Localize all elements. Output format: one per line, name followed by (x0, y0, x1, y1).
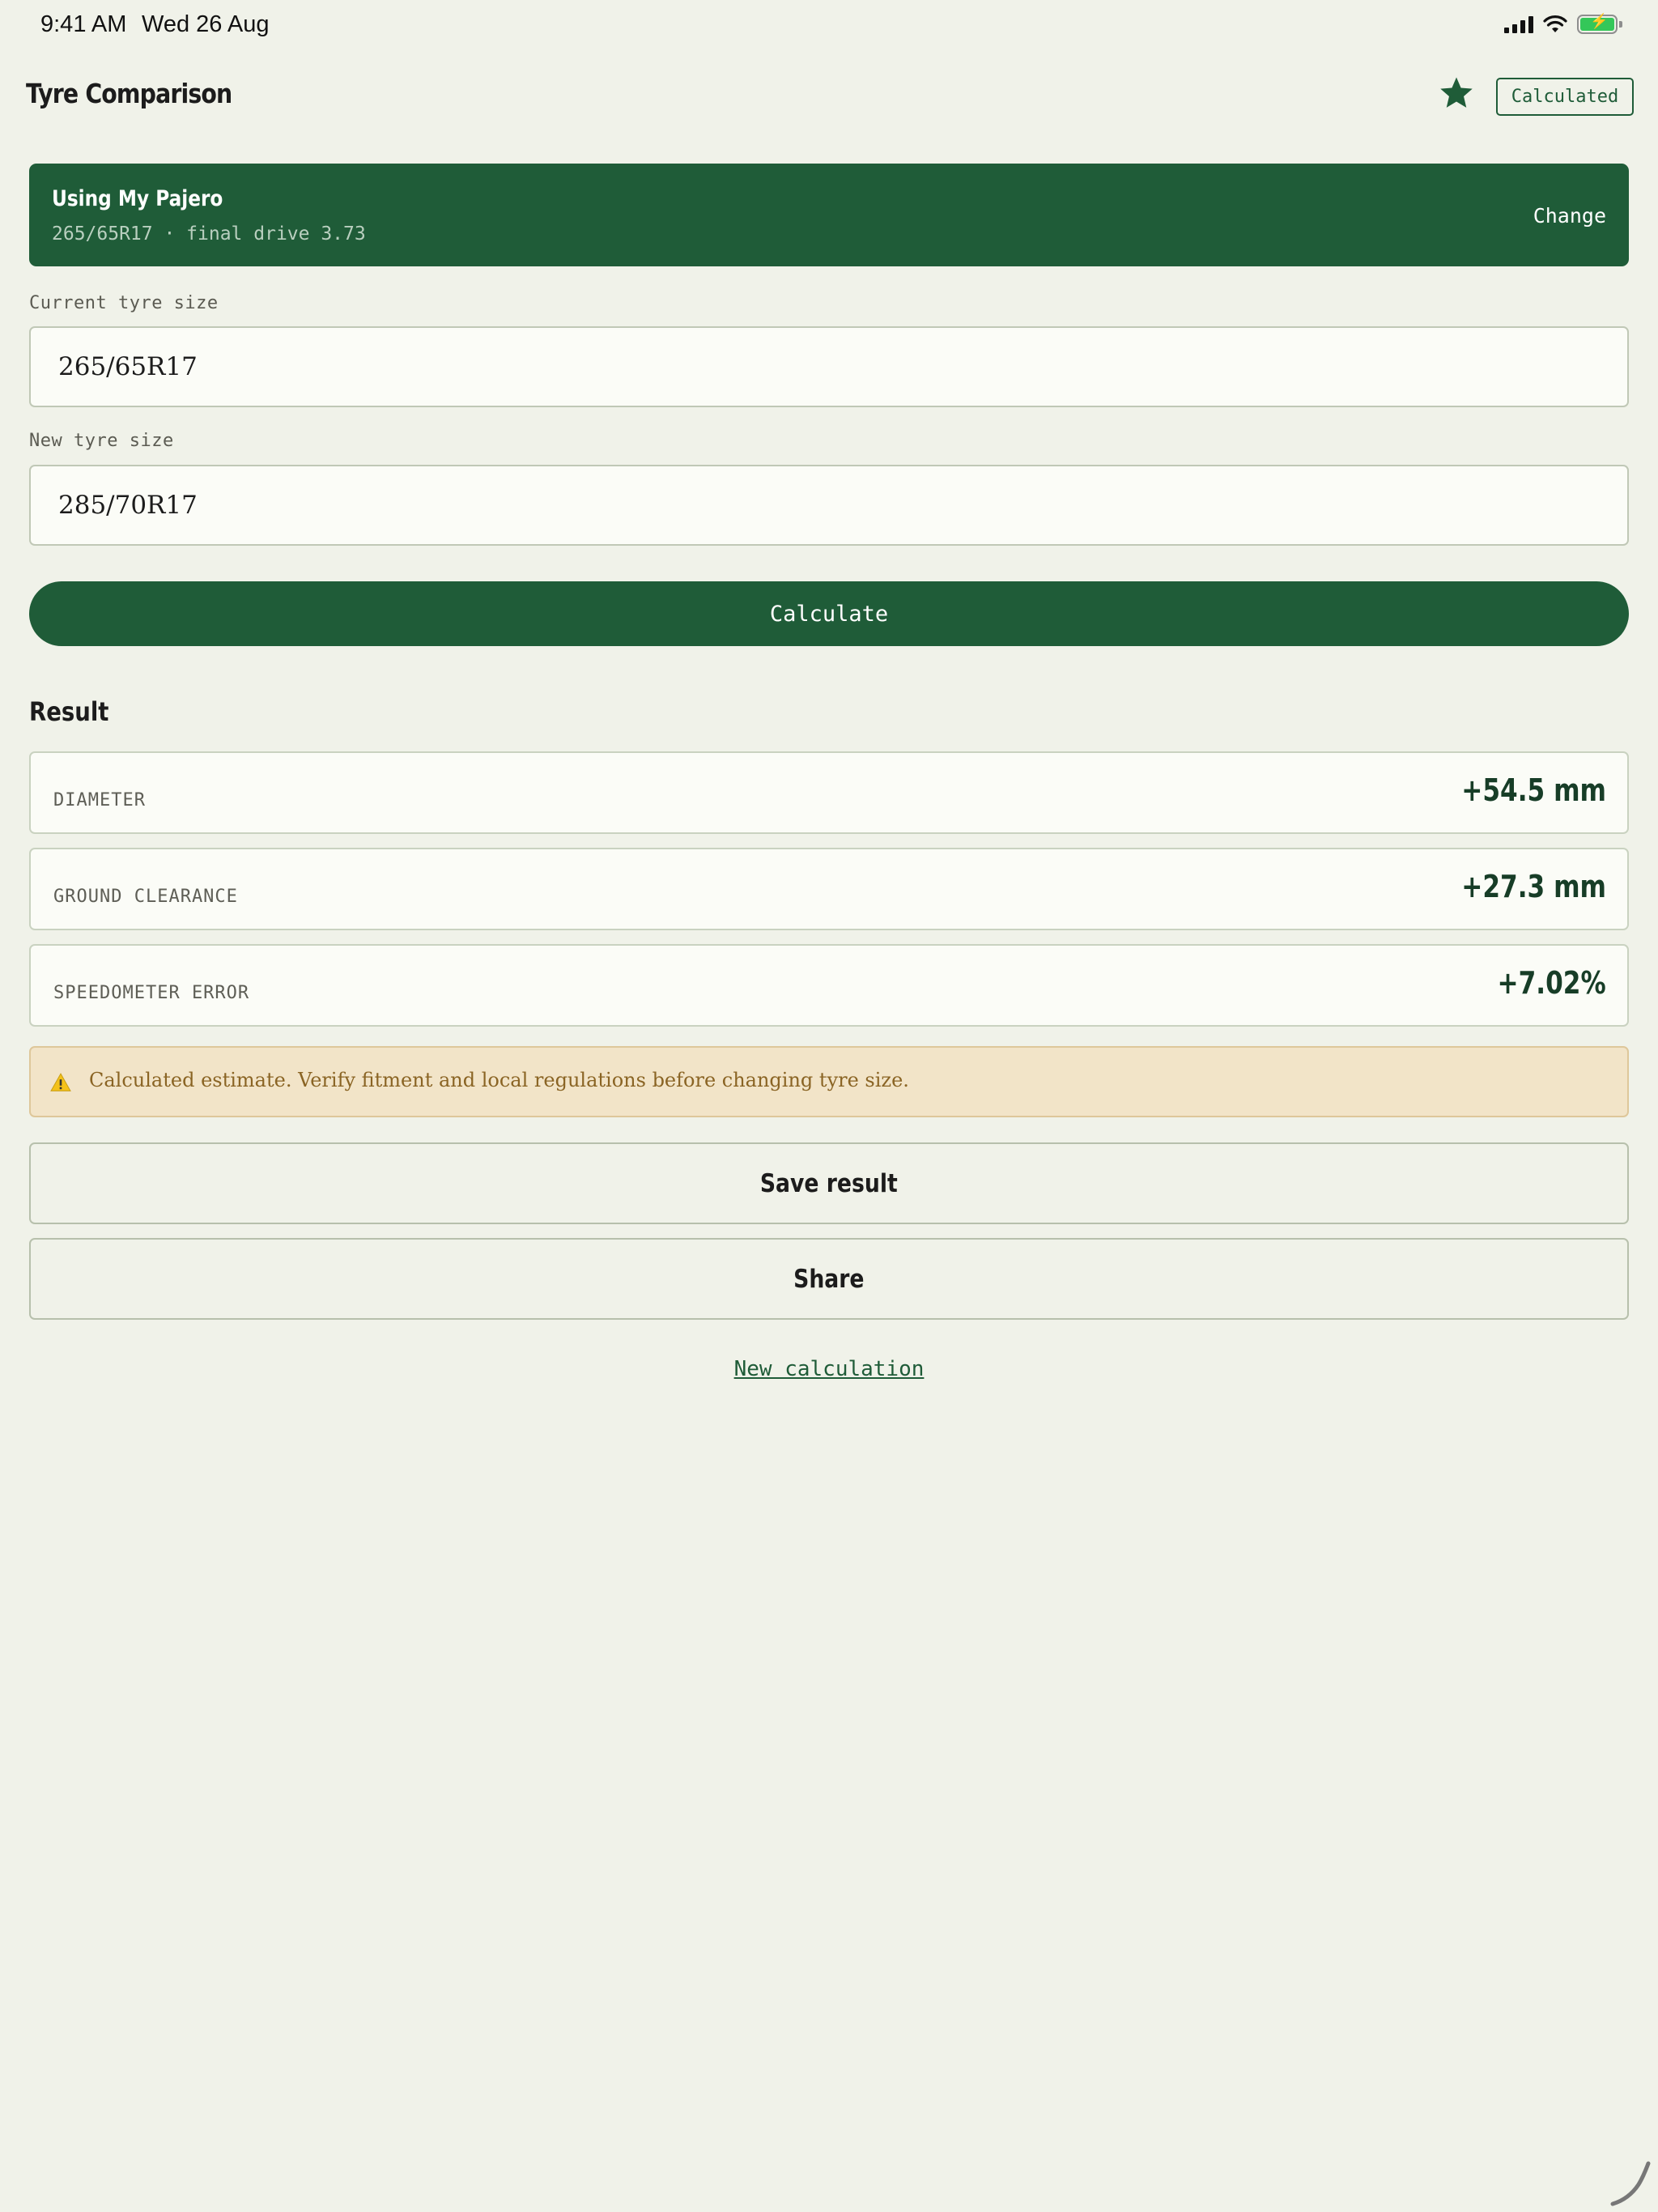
vehicle-specs: 265/65R17 · final drive 3.73 (52, 223, 366, 245)
page-title: Tyre Comparison (26, 78, 232, 109)
result-value: +7.02% (1497, 965, 1606, 1001)
new-calculation-link: New calculation (0, 1357, 1658, 1381)
calculate-button[interactable]: Calculate (29, 581, 1629, 646)
warning-text: Calculated estimate. Verify fitment and … (89, 1069, 909, 1091)
new-tyre-input[interactable] (29, 465, 1629, 546)
vehicle-title: Using My Pajero (52, 186, 223, 211)
current-tyre-label: Current tyre size (29, 293, 219, 313)
result-value: +27.3 mm (1461, 869, 1606, 904)
battery-icon (1577, 13, 1622, 34)
current-tyre-input[interactable] (29, 326, 1629, 407)
result-label: DIAMETER (53, 790, 146, 810)
result-value: +54.5 mm (1461, 772, 1606, 808)
result-row-speedometer-error: SPEEDOMETER ERROR +7.02% (29, 944, 1629, 1027)
share-button[interactable]: Share (29, 1238, 1629, 1320)
cellular-signal-icon (1504, 15, 1533, 33)
status-badge: Calculated (1496, 78, 1634, 116)
change-vehicle-button[interactable]: Change (1533, 204, 1606, 228)
status-bar: 9:41 AM Wed 26 Aug (0, 0, 1658, 52)
warning-icon (50, 1073, 71, 1091)
result-row-diameter: DIAMETER +54.5 mm (29, 751, 1629, 834)
scribble-corner-icon (1610, 2161, 1651, 2206)
star-icon[interactable] (1438, 74, 1475, 112)
share-label: Share (793, 1264, 865, 1294)
save-result-button[interactable]: Save result (29, 1142, 1629, 1224)
result-label: SPEEDOMETER ERROR (53, 983, 250, 1003)
new-tyre-label: New tyre size (29, 431, 174, 451)
save-result-label: Save result (760, 1168, 898, 1198)
status-icons (1504, 13, 1622, 34)
status-date: Wed 26 Aug (142, 11, 270, 37)
status-time: 9:41 AM (40, 11, 127, 37)
battery-level (1580, 13, 1614, 31)
wifi-icon (1543, 15, 1567, 32)
vehicle-card: Using My Pajero 265/65R17 · final drive … (29, 164, 1629, 266)
result-label: GROUND CLEARANCE (53, 887, 238, 907)
result-heading: Result (29, 696, 109, 727)
result-row-ground-clearance: GROUND CLEARANCE +27.3 mm (29, 848, 1629, 930)
warning-banner: Calculated estimate. Verify fitment and … (29, 1046, 1629, 1117)
new-calculation-button[interactable]: New calculation (734, 1357, 925, 1381)
tyre-comparison-screen: 9:41 AM Wed 26 Aug Tyre Comparison Calcu… (0, 0, 1658, 2212)
